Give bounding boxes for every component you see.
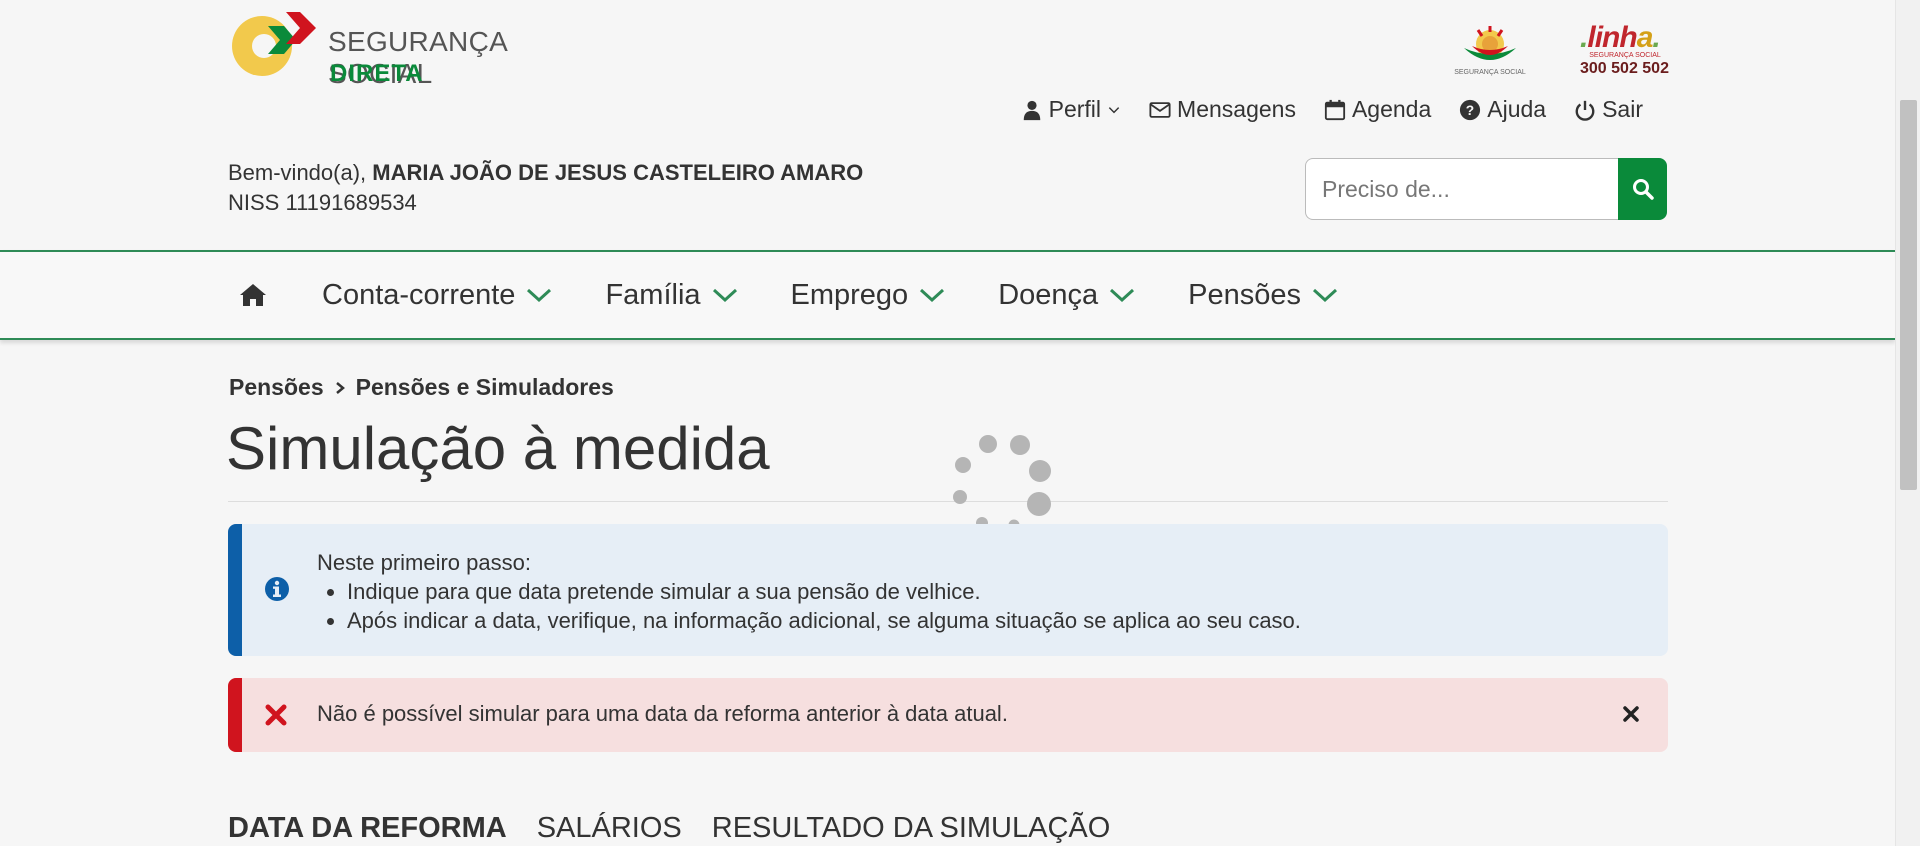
search-icon — [1632, 179, 1654, 200]
page: SEGURANÇA SOCIAL DIRETA SEGURANÇA SOCIAL… — [0, 0, 1895, 846]
help-link[interactable]: ? Ajuda — [1459, 96, 1546, 123]
nav-label: Família — [605, 278, 701, 311]
welcome-block: Bem-vindo(a), MARIA JOÃO DE JESUS CASTEL… — [228, 158, 863, 218]
nav-label: Doença — [998, 278, 1099, 311]
help-label: Ajuda — [1487, 96, 1547, 122]
question-circle-icon: ? — [1460, 99, 1481, 120]
chevron-down-icon — [527, 288, 552, 303]
close-icon[interactable] — [1620, 703, 1642, 725]
search-button[interactable] — [1618, 158, 1667, 220]
info-alert: Neste primeiro passo: Indique para que d… — [228, 524, 1668, 656]
home-link[interactable] — [228, 282, 278, 308]
page-title: Simulação à medida — [226, 415, 770, 482]
nav-label: Emprego — [790, 278, 909, 311]
chevron-down-icon — [920, 288, 945, 303]
svg-text:?: ? — [1466, 103, 1474, 118]
user-top-nav: Perfil Mensagens Agenda ? Ajuda Sair — [1021, 96, 1643, 123]
logout-link[interactable]: Sair — [1574, 96, 1643, 123]
linha-phone-number: 300 502 502 — [1580, 60, 1669, 77]
user-niss: NISS 11191689534 — [228, 190, 417, 215]
search-box — [1305, 158, 1667, 220]
ss-direta-logo-icon — [232, 12, 316, 76]
user-icon — [1023, 100, 1040, 120]
chevron-down-icon — [1108, 106, 1120, 113]
home-icon — [240, 284, 266, 306]
user-name: MARIA JOÃO DE JESUS CASTELEIRO AMARO — [372, 160, 864, 185]
ss-emblem-icon — [1464, 26, 1516, 60]
info-alert-list: Indique para que data pretende simular a… — [317, 577, 1301, 635]
calendar-icon — [1324, 99, 1346, 120]
profile-label: Perfil — [1048, 96, 1102, 122]
ss-emblem-caption: SEGURANÇA SOCIAL — [1454, 69, 1526, 76]
seguranca-social-emblem: SEGURANÇA SOCIAL — [1450, 24, 1530, 80]
nav-familia[interactable]: Família — [605, 279, 738, 312]
envelope-icon — [1149, 101, 1171, 118]
seguranca-social-direta-logo[interactable]: SEGURANÇA SOCIAL DIRETA — [228, 8, 588, 89]
search-input[interactable] — [1305, 158, 1618, 220]
profile-menu[interactable]: Perfil — [1021, 96, 1121, 123]
chevron-down-icon — [712, 288, 737, 303]
simulation-steps-tabs: DATA DA REFORMA SALÁRIOS RESULTADO DA SI… — [228, 812, 1110, 845]
list-item: Indique para que data pretende simular a… — [347, 577, 1301, 606]
linha-wordmark: .linha. — [1580, 21, 1661, 54]
welcome-greeting: Bem-vindo(a), — [228, 160, 367, 185]
chevron-down-icon — [1110, 288, 1135, 303]
error-alert-bar — [228, 678, 242, 752]
messages-link[interactable]: Mensagens — [1149, 96, 1296, 123]
nav-emprego[interactable]: Emprego — [791, 279, 947, 312]
nav-pensoes[interactable]: Pensões — [1188, 279, 1339, 312]
scrollbar-thumb[interactable] — [1900, 100, 1917, 490]
chevron-right-icon — [335, 381, 345, 394]
tab-resultado-da-simulacao[interactable]: RESULTADO DA SIMULAÇÃO — [712, 812, 1111, 845]
nav-label: Pensões — [1188, 278, 1302, 311]
breadcrumb-item[interactable]: Pensões e Simuladores — [356, 374, 614, 401]
linha-caption: SEGURANÇA SOCIAL — [1589, 52, 1661, 59]
agenda-link[interactable]: Agenda — [1324, 96, 1431, 123]
error-x-icon — [265, 704, 287, 726]
error-alert-message: Não é possível simular para uma data da … — [317, 701, 1008, 726]
chevron-down-icon — [1313, 288, 1338, 303]
nav-conta-corrente[interactable]: Conta-corrente — [322, 279, 553, 312]
breadcrumb-item[interactable]: Pensões — [229, 374, 324, 401]
vertical-scrollbar[interactable] — [1895, 0, 1920, 846]
power-icon — [1575, 100, 1595, 121]
messages-label: Mensagens — [1177, 96, 1296, 122]
nav-doenca[interactable]: Doença — [998, 279, 1136, 312]
logo-subtitle: DIRETA — [330, 60, 424, 87]
main-navigation: Conta-corrente Família Emprego Doença Pe… — [0, 250, 1895, 340]
info-alert-content: Neste primeiro passo: Indique para que d… — [317, 548, 1301, 635]
nav-label: Conta-corrente — [322, 278, 516, 311]
breadcrumb: Pensões Pensões e Simuladores — [229, 374, 614, 401]
tab-salarios[interactable]: SALÁRIOS — [537, 812, 682, 845]
logout-label: Sair — [1602, 96, 1643, 122]
info-circle-icon — [265, 577, 289, 601]
linha-seguranca-social[interactable]: .linha. SEGURANÇA SOCIAL 300 502 502 — [1580, 21, 1670, 82]
tab-data-da-reforma[interactable]: DATA DA REFORMA — [228, 812, 507, 845]
agenda-label: Agenda — [1351, 96, 1432, 122]
list-item: Após indicar a data, verifique, na infor… — [347, 606, 1301, 635]
error-alert: Não é possível simular para uma data da … — [228, 678, 1668, 752]
info-alert-heading: Neste primeiro passo: — [317, 550, 531, 575]
info-alert-bar — [228, 524, 242, 656]
